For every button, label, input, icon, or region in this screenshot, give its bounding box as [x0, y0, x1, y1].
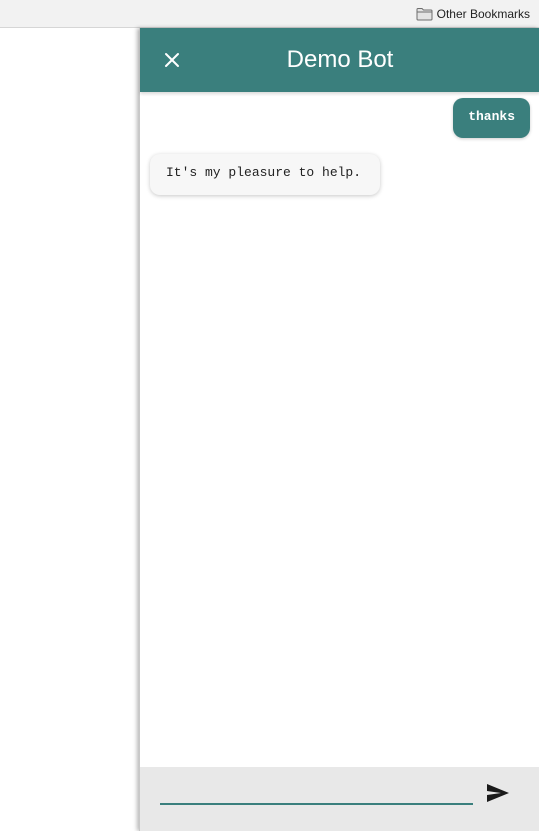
bookmark-folder-other-bookmarks[interactable]: Other Bookmarks: [416, 5, 530, 23]
user-message-bubble: thanks: [453, 98, 530, 138]
chat-panel: Demo Bot thanks It's my pleasure to help…: [139, 28, 539, 831]
message-list: thanks It's my pleasure to help.: [140, 92, 539, 767]
bot-message-bubble: It's my pleasure to help.: [150, 154, 380, 195]
send-button[interactable]: [482, 777, 514, 809]
page-background: [0, 28, 139, 831]
message-input[interactable]: [160, 781, 473, 805]
bookmark-folder-label: Other Bookmarks: [436, 7, 530, 21]
chat-title: Demo Bot: [286, 46, 394, 73]
send-icon: [487, 784, 509, 802]
bookmarks-bar: Other Bookmarks: [0, 0, 539, 28]
folder-icon: [416, 8, 433, 21]
message-composer: [140, 767, 539, 831]
chat-header: Demo Bot: [140, 28, 539, 92]
